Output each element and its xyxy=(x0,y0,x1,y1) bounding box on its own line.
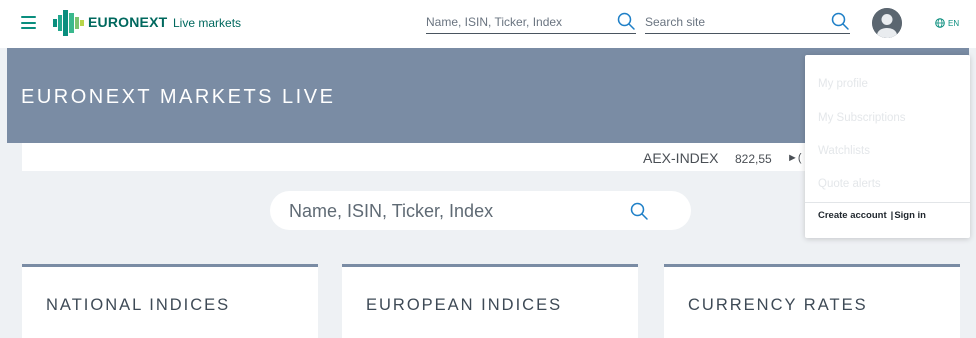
language-label[interactable]: EN xyxy=(948,19,959,28)
live-markets-label[interactable]: Live markets xyxy=(173,16,241,30)
instrument-search-input[interactable] xyxy=(426,10,636,32)
menu-icon[interactable] xyxy=(21,16,36,29)
search-icon[interactable] xyxy=(830,11,850,31)
brand-name[interactable]: EURONEXT xyxy=(88,14,167,30)
account-dropdown-menu: My profile My Subscriptions Watchlists Q… xyxy=(805,55,970,238)
menu-item-my-subscriptions: My Subscriptions xyxy=(818,112,906,124)
menu-item-quote-alerts: Quote alerts xyxy=(818,178,881,190)
card-title: EUROPEAN INDICES xyxy=(366,296,563,314)
search-icon[interactable] xyxy=(616,11,636,31)
user-avatar-icon[interactable] xyxy=(872,8,902,38)
card-title: CURRENCY RATES xyxy=(688,296,868,314)
instrument-search[interactable] xyxy=(426,10,636,34)
auth-separator: | xyxy=(890,210,894,221)
site-search-input[interactable] xyxy=(645,10,850,32)
european-indices-card: EUROPEAN INDICES xyxy=(342,264,638,338)
site-search[interactable] xyxy=(645,10,850,34)
menu-item-my-profile: My profile xyxy=(818,78,868,90)
ticker-change: ►( xyxy=(787,152,802,164)
language-selector[interactable]: EN xyxy=(935,18,959,28)
create-account-link[interactable]: Create account xyxy=(818,210,887,221)
ticker-index-value: 822,55 xyxy=(735,152,772,166)
main-search-input[interactable] xyxy=(289,199,619,223)
page-title: EURONEXT MARKETS LIVE xyxy=(21,86,336,108)
main-search[interactable] xyxy=(270,191,691,230)
national-indices-card: NATIONAL INDICES xyxy=(22,264,318,338)
ticker-index-name[interactable]: AEX-INDEX xyxy=(643,150,718,166)
auth-links: Create account | Sign in xyxy=(818,210,926,221)
sign-in-link[interactable]: Sign in xyxy=(894,210,926,221)
card-title: NATIONAL INDICES xyxy=(46,296,231,314)
currency-rates-card: CURRENCY RATES xyxy=(664,264,960,338)
menu-item-watchlists: Watchlists xyxy=(818,145,870,157)
search-icon[interactable] xyxy=(628,200,650,222)
euronext-logo-icon[interactable] xyxy=(53,10,84,36)
top-header: EURONEXT Live markets EN xyxy=(0,0,976,48)
globe-icon xyxy=(935,18,945,28)
menu-divider xyxy=(805,202,970,203)
